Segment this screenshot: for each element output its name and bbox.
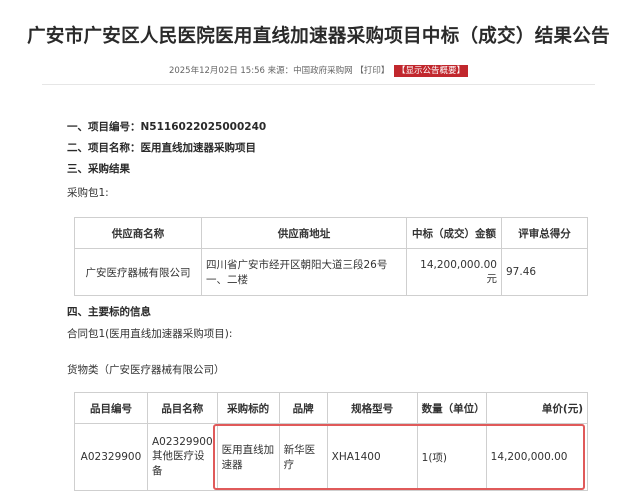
total-score: 97.46 [501,248,588,296]
project-name: 二、项目名称：医用直线加速器采购项目 [67,142,256,154]
supplier-address: 四川省广安市经开区朝阳大道三段26号一、二楼 [201,248,407,296]
goods-class-label: 货物类（广安医疗器械有限公司） [67,364,225,376]
table-header-row: 品目编号 品目名称 采购标的 品牌 规格型号 数量（单位） 单价(元) [74,392,589,424]
award-amount: 14,200,000.00元 [406,248,502,296]
column-header: 供应商地址 [201,217,407,249]
source-label: 来源：中国政府采购网 [267,66,353,76]
column-header: 评审总得分 [501,217,588,249]
model-spec: XHA1400 [326,423,418,491]
quantity: 1(项) [416,423,487,491]
procurement-subject: 医用直线加速器 [216,423,280,491]
divider [42,84,595,85]
unit-price: 14,200,000.00 [485,423,589,491]
column-header: 品目名称 [147,392,218,424]
project-number: 一、项目编号：N5116022025000240 [67,121,267,133]
page-title: 广安市广安区人民医院医用直线加速器采购项目中标（成交）结果公告 [27,26,610,47]
table-header-row: 供应商名称 供应商地址 中标（成交）金额 评审总得分 [74,217,588,249]
column-header: 数量（单位） [416,392,487,424]
print-link[interactable]: 【打印】 [355,66,389,76]
item-name: A02329900其他医疗设备 [147,423,218,491]
column-header: 品牌 [278,392,328,424]
meta-bar: 2025年12月02日 15:56 来源：中国政府采购网 【打印】 【显示公告概… [0,64,637,77]
supplier-name: 广安医疗器械有限公司 [74,248,202,296]
column-header: 品目编号 [74,392,148,424]
table-row: 广安医疗器械有限公司 四川省广安市经开区朝阳大道三段26号一、二楼 14,200… [74,248,588,296]
result-table: 供应商名称 供应商地址 中标（成交）金额 评审总得分 广安医疗器械有限公司 四川… [74,217,588,296]
result-heading: 三、采购结果 [67,163,130,175]
table-row: A02329900 A02329900其他医疗设备 医用直线加速器 新华医疗 X… [74,423,589,491]
column-header: 供应商名称 [74,217,202,249]
column-header: 规格型号 [326,392,418,424]
column-header: 采购标的 [216,392,280,424]
show-summary-button[interactable]: 【显示公告概要】 [394,65,469,77]
publish-datetime: 2025年12月02日 15:56 [168,66,265,76]
brand: 新华医疗 [278,423,328,491]
goods-table: 品目编号 品目名称 采购标的 品牌 规格型号 数量（单位） 单价(元) A023… [74,392,589,491]
contract-package-label: 合同包1(医用直线加速器采购项目): [67,328,233,340]
column-header: 单价(元) [485,392,589,424]
package-label: 采购包1: [67,187,109,199]
subject-info-heading: 四、主要标的信息 [67,306,151,318]
column-header: 中标（成交）金额 [406,217,502,249]
item-code: A02329900 [74,423,148,491]
